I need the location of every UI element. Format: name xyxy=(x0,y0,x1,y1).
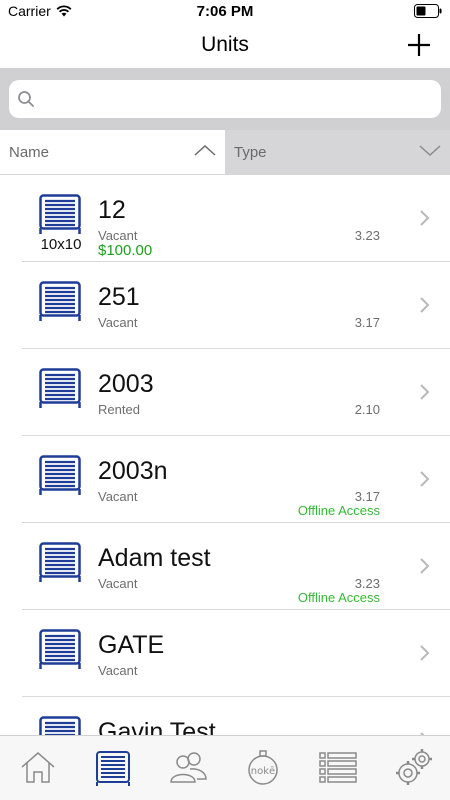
list-tab-icon[interactable] xyxy=(318,748,358,788)
unit-version: 3.23 xyxy=(354,228,380,243)
sort-header: Name Type xyxy=(0,130,450,175)
unit-status: Vacant xyxy=(98,228,138,243)
unit-row[interactable]: 2003 Rented 2.10 xyxy=(0,349,450,436)
settings-tab-icon[interactable] xyxy=(393,748,433,788)
unit-row[interactable]: 10x10 12 Vacant $100.00 3.23 xyxy=(0,175,450,262)
unit-version: 3.23 xyxy=(354,576,380,591)
chevron-right-icon xyxy=(420,297,430,313)
units-tab-icon[interactable] xyxy=(93,748,133,788)
page-title: Units xyxy=(201,33,249,56)
unit-name: Adam test xyxy=(98,544,211,572)
search-icon xyxy=(18,91,34,107)
unit-name: 12 xyxy=(98,196,126,224)
unit-name: 2003n xyxy=(98,457,168,485)
chevron-right-icon xyxy=(420,384,430,400)
unit-status: Rented xyxy=(98,402,140,417)
unit-row[interactable]: 2003n Vacant 3.17 Offline Access xyxy=(0,436,450,523)
unit-name: 251 xyxy=(98,283,140,311)
unit-size: 10x10 xyxy=(40,236,82,253)
search-bar xyxy=(0,68,450,130)
unit-name: Gavin Test xyxy=(98,718,216,735)
offline-access-label: Offline Access xyxy=(297,590,380,605)
noke-tab-icon[interactable]: nokē xyxy=(243,748,283,788)
tab-bar: nokē xyxy=(0,735,450,800)
home-tab-icon[interactable] xyxy=(18,748,58,788)
storage-unit-icon xyxy=(39,542,81,582)
unit-row[interactable]: 251 Vacant 3.17 xyxy=(0,262,450,349)
chevron-right-icon xyxy=(420,471,430,487)
search-field[interactable] xyxy=(9,80,441,118)
unit-version: 3.17 xyxy=(354,315,380,330)
chevron-right-icon xyxy=(420,558,430,574)
storage-unit-icon xyxy=(39,368,81,408)
storage-unit-icon xyxy=(39,629,81,669)
storage-unit-icon xyxy=(39,281,81,321)
unit-list: 10x10 12 Vacant $100.00 3.23 251 Vacant 3.17 200… xyxy=(0,175,450,735)
chevron-right-icon xyxy=(420,210,430,226)
noke-label: nokē xyxy=(251,766,275,777)
unit-row[interactable]: Gavin Test xyxy=(0,697,450,735)
unit-status: Vacant xyxy=(98,315,138,330)
sort-name-label: Name xyxy=(9,144,50,161)
battery-icon xyxy=(414,4,442,18)
storage-unit-icon xyxy=(39,455,81,495)
chevron-down-icon xyxy=(419,145,441,157)
unit-status: Vacant xyxy=(98,663,138,678)
sort-by-type-tab[interactable]: Type xyxy=(225,130,450,174)
users-tab-icon[interactable] xyxy=(168,748,208,788)
status-bar: Carrier 7:06 PM xyxy=(0,0,450,24)
unit-price: $100.00 xyxy=(98,242,153,259)
add-unit-button[interactable] xyxy=(406,32,432,58)
offline-access-label: Offline Access xyxy=(297,503,380,518)
sort-type-label: Type xyxy=(234,144,267,161)
search-input[interactable] xyxy=(43,84,433,114)
unit-version: 3.17 xyxy=(354,489,380,504)
storage-unit-icon xyxy=(39,194,81,234)
chevron-right-icon xyxy=(420,645,430,661)
sort-by-name-tab[interactable]: Name xyxy=(0,130,225,174)
unit-row[interactable]: Adam test Vacant 3.23 Offline Access xyxy=(0,523,450,610)
unit-status: Vacant xyxy=(98,576,138,591)
navigation-bar: Units xyxy=(0,24,450,68)
unit-name: GATE xyxy=(98,631,165,659)
unit-status: Vacant xyxy=(98,489,138,504)
unit-name: 2003 xyxy=(98,370,154,398)
chevron-up-icon xyxy=(194,144,216,156)
unit-row[interactable]: GATE Vacant xyxy=(0,610,450,697)
unit-version: 2.10 xyxy=(354,402,380,417)
storage-unit-icon xyxy=(39,716,81,735)
status-time: 7:06 PM xyxy=(196,3,254,20)
